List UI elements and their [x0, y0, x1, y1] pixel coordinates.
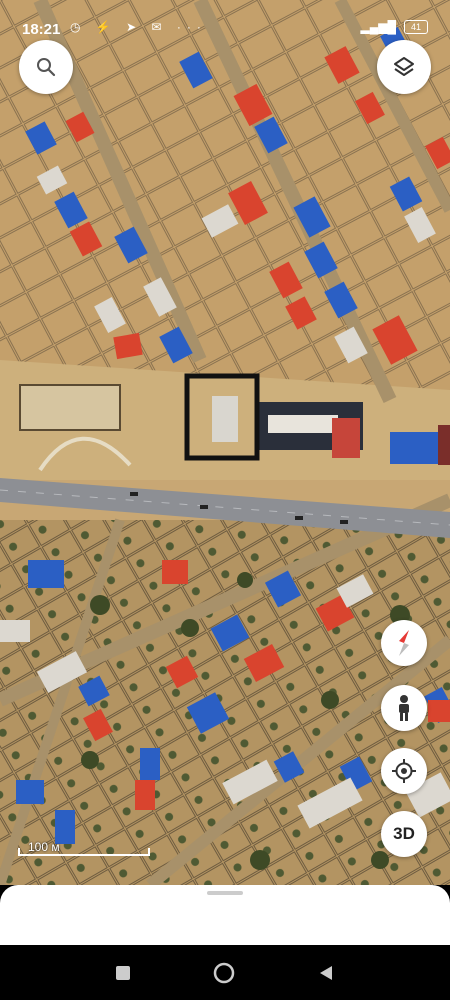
system-nav-bar	[0, 945, 450, 1000]
layers-icon	[394, 57, 414, 76]
status-bar: 18:21 ◷ ⚡ ➤ ✉ ··· ▂▄▆█ 41	[0, 0, 450, 44]
home-button[interactable]	[211, 960, 237, 986]
my-location-button[interactable]	[381, 748, 427, 794]
search-button[interactable]	[19, 40, 73, 94]
bottom-sheet[interactable]	[0, 885, 450, 945]
map-scale: 100 м	[18, 840, 150, 856]
triangle-back-icon	[320, 966, 332, 980]
map-imagery	[0, 0, 450, 885]
my-location-icon	[392, 759, 416, 783]
satellite-map[interactable]	[0, 0, 450, 885]
scale-bar	[18, 848, 150, 856]
square-icon	[116, 966, 130, 980]
compass-icon	[399, 630, 409, 656]
3d-toggle-button[interactable]: 3D	[381, 811, 427, 857]
layers-button[interactable]	[377, 40, 431, 94]
notification-icons: ◷ ⚡ ➤ ✉ ···	[70, 20, 207, 34]
circle-icon	[213, 962, 235, 984]
back-button[interactable]	[313, 960, 339, 986]
compass-button[interactable]	[381, 620, 427, 666]
street-view-button[interactable]	[381, 685, 427, 731]
recent-apps-button[interactable]	[110, 960, 136, 986]
pegman-icon	[399, 695, 409, 721]
drag-handle[interactable]	[207, 891, 243, 895]
battery-icon: 41	[404, 20, 428, 34]
system-icons: ▂▄▆█ 41	[361, 20, 428, 34]
search-icon	[37, 58, 56, 77]
signal-icon: ▂▄▆█	[360, 20, 396, 34]
clock: 18:21	[22, 21, 61, 38]
